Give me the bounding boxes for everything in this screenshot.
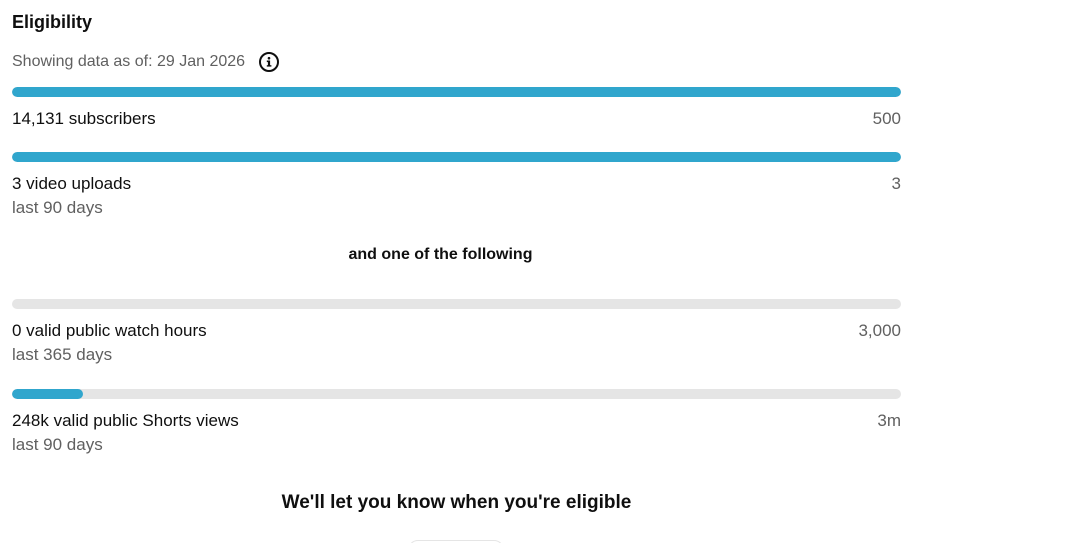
- shorts-views-progress-fill: [12, 389, 84, 399]
- info-icon[interactable]: [259, 52, 280, 72]
- or-divider-label: and one of the following: [348, 246, 533, 263]
- shorts-views-period: last 90 days: [12, 435, 103, 454]
- data-as-of-row: Showing data as of: 29 Jan 2026: [12, 50, 280, 74]
- uploads-target: 3: [891, 174, 901, 193]
- eligibility-panel: Eligibility Showing data as of: 29 Jan 2…: [0, 0, 1076, 543]
- page-title: Eligibility: [12, 12, 93, 32]
- eligibility-status-message: We'll let you know when you're eligible: [281, 492, 632, 513]
- data-as-of-text: Showing data as of: 29 Jan 2026: [12, 53, 246, 70]
- subscribers-target: 500: [872, 109, 901, 128]
- shorts-views-count: 248k valid public Shorts views: [12, 411, 239, 430]
- uploads-progress-fill: [12, 152, 901, 162]
- shorts-views-target: 3m: [877, 411, 901, 430]
- watch-hours-count: 0 valid public watch hours: [12, 321, 207, 340]
- subscribers-progress-bar: [12, 87, 901, 97]
- shorts-views-progress-bar: [12, 389, 901, 399]
- uploads-progress-bar: [12, 152, 901, 162]
- subscribers-progress-fill: [12, 87, 901, 97]
- shorts-views-requirement: 248k valid public Shorts views 3m last 9…: [12, 389, 901, 456]
- uploads-count: 3 video uploads: [12, 174, 132, 193]
- watch-hours-target: 3,000: [858, 321, 901, 340]
- watch-hours-period: last 365 days: [12, 345, 113, 364]
- uploads-period: last 90 days: [12, 198, 103, 217]
- subscribers-requirement: 14,131 subscribers 500: [12, 87, 901, 130]
- watch-hours-progress-bar: [12, 299, 901, 309]
- uploads-requirement: 3 video uploads 3 last 90 days: [12, 152, 901, 219]
- subscribers-count: 14,131 subscribers: [12, 109, 156, 128]
- watch-hours-requirement: 0 valid public watch hours 3,000 last 36…: [12, 299, 901, 366]
